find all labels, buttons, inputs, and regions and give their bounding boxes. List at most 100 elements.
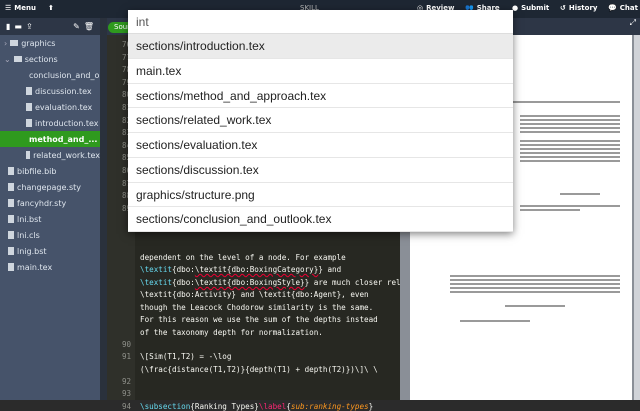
file-tree-item[interactable]: introduction.tex (0, 115, 100, 131)
expand-icon[interactable]: ⤢ (630, 18, 636, 27)
pdf-text-line (520, 123, 620, 125)
pdf-text-line (520, 156, 620, 158)
code-line: \[Sim(T1,T2) = -\log (140, 352, 232, 361)
arrow-up-icon: ⬆ (48, 4, 54, 12)
file-icon (8, 247, 14, 255)
file-tree-item[interactable]: ⌄ sections (0, 51, 100, 67)
pdf-text-line (520, 209, 580, 211)
code-line: of the taxonomy depth for normalization. (140, 328, 323, 337)
code-line: \textit{dbo:\textit{dbo:BoxingStyle}} ar… (140, 278, 442, 287)
quick-open-result[interactable]: sections/introduction.tex (128, 34, 513, 59)
file-tree-label: graphics (21, 38, 56, 48)
history-icon: ↺ (560, 4, 566, 12)
file-tree-item[interactable]: lnig.bst (0, 243, 100, 259)
file-tree-item[interactable]: lni.cls (0, 227, 100, 243)
line-number: 92 (121, 377, 131, 386)
rename-icon[interactable]: ✎ (73, 22, 80, 31)
pdf-text-line (560, 193, 600, 195)
quick-open-result[interactable]: sections/conclusion_and_outlook.tex (128, 207, 513, 232)
quick-open-result[interactable]: main.tex (128, 59, 513, 84)
pdf-text-line (450, 283, 620, 285)
pdf-text-line (510, 101, 620, 103)
pdf-text-line (450, 279, 620, 281)
pdf-text-line (520, 160, 620, 162)
code-line: though the Leacock Chodorow similarity i… (140, 303, 374, 312)
chevron-right-icon: › (4, 38, 8, 48)
line-number: 94 (121, 402, 131, 411)
file-tree-panel: ▮ ▬ ⇪ ✎ 🗑 › graphics ⌄ sections conclusion_and_… (0, 18, 100, 400)
file-tree-item[interactable]: discussion.tex (0, 83, 100, 99)
pdf-text-line (520, 115, 620, 117)
file-icon (8, 199, 14, 207)
file-icon (26, 87, 32, 95)
file-tree-item[interactable]: changepage.sty (0, 179, 100, 195)
file-icon (8, 167, 14, 175)
file-tree-label: main.tex (17, 262, 53, 272)
quick-open-dialog: sections/introduction.texmain.texsection… (128, 10, 513, 232)
folder-icon (10, 40, 19, 46)
quick-open-input[interactable] (128, 10, 513, 34)
panel-splitter[interactable] (100, 18, 107, 400)
pdf-text-line (520, 127, 620, 129)
pdf-text-line (520, 131, 620, 133)
code-line: dependent on the level of a node. For ex… (140, 253, 346, 262)
new-file-icon[interactable]: ▮ (6, 22, 10, 31)
new-folder-icon[interactable]: ▬ (14, 22, 22, 31)
menu-icon: ☰ (5, 4, 12, 12)
up-button[interactable]: ⬆ (48, 4, 54, 12)
upload-icon[interactable]: ⇪ (26, 22, 33, 31)
quick-open-results: sections/introduction.tex main.tex section… (128, 34, 513, 232)
quick-open-result[interactable]: sections/method_and_approach.tex (128, 84, 513, 109)
pdf-text-line (520, 148, 620, 150)
chat-button[interactable]: 💬 Chat (608, 4, 638, 12)
file-tree-label: method_and_... (29, 134, 98, 144)
file-tree-item[interactable]: conclusion_and_o... (0, 67, 100, 83)
line-number: 90 (121, 340, 131, 349)
pdf-scrollbar[interactable] (634, 35, 640, 400)
submit-button[interactable]: ● Submit (512, 4, 549, 12)
pdf-text-line (450, 291, 620, 293)
file-tree-label: conclusion_and_o... (29, 70, 100, 80)
pdf-text-line (450, 275, 620, 277)
file-icon (26, 103, 32, 111)
quick-open-result[interactable]: graphics/structure.png (128, 183, 513, 208)
file-tree-item[interactable]: evaluation.tex (0, 99, 100, 115)
code-line: \subsection{Ranking Types}\label{sub:ran… (140, 402, 374, 411)
file-tree-item[interactable]: › graphics (0, 35, 100, 51)
history-button[interactable]: ↺ History (560, 4, 597, 12)
file-tree-label: lni.cls (17, 230, 40, 240)
pdf-text-line (520, 119, 620, 121)
file-tree-item[interactable]: method_and_...⌄ (0, 131, 100, 147)
file-tree-label: lnig.bst (17, 246, 47, 256)
file-icon (26, 151, 31, 159)
quick-open-result[interactable]: sections/discussion.tex (128, 158, 513, 183)
file-icon (8, 231, 14, 239)
file-tree-item[interactable]: bibfile.bib (0, 163, 100, 179)
file-tree-item[interactable]: lni.bst (0, 211, 100, 227)
file-tree-item[interactable]: main.tex (0, 259, 100, 275)
delete-icon[interactable]: 🗑 (84, 22, 94, 31)
file-tree-label: bibfile.bib (17, 166, 57, 176)
folder-icon (13, 56, 22, 62)
quick-open-result[interactable]: sections/related_work.tex (128, 108, 513, 133)
file-tree-label: related_work.tex (33, 150, 100, 160)
file-icon (8, 215, 14, 223)
code-line: \textit{dbo:Activity} and \textit{dbo:Ag… (140, 290, 369, 299)
code-line: (\frac{distance(T1,T2)}{depth(T1) + dept… (140, 365, 378, 374)
quick-open-result[interactable]: sections/evaluation.tex (128, 133, 513, 158)
file-tree-item[interactable]: fancyhdr.sty (0, 195, 100, 211)
file-tree-label: fancyhdr.sty (17, 198, 67, 208)
file-tree-label: introduction.tex (35, 118, 99, 128)
file-tree-label: discussion.tex (35, 86, 92, 96)
file-tree-item[interactable]: related_work.tex (0, 147, 100, 163)
pdf-text-line (460, 320, 530, 322)
line-number: 93 (121, 389, 131, 398)
code-line: \textit{dbo:\textit{dbo:BoxingCategory}}… (140, 265, 342, 274)
file-icon (8, 183, 14, 191)
pdf-text-line (520, 144, 620, 146)
file-tree-label: sections (24, 54, 58, 64)
chat-icon: 💬 (608, 4, 617, 12)
file-tree-label: lni.bst (17, 214, 42, 224)
menu-button[interactable]: ☰ Menu (5, 4, 36, 12)
pdf-text-line (520, 152, 620, 154)
